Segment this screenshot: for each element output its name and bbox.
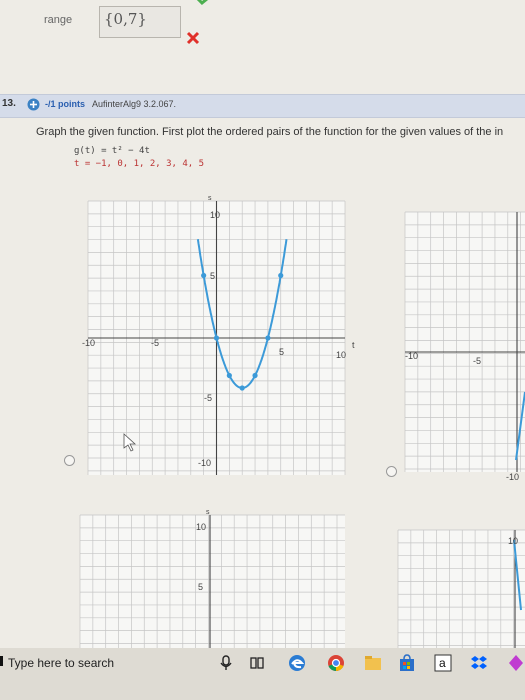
tick-label: -10 — [198, 458, 211, 468]
tick-label: -5 — [151, 338, 159, 348]
data-point — [252, 372, 258, 379]
data-point — [278, 272, 284, 279]
tick-label: 10 — [508, 536, 518, 546]
files-icon[interactable] — [364, 655, 382, 671]
tick-label: 5 — [210, 271, 215, 281]
grid-background — [80, 515, 345, 648]
tick-label: 5 — [279, 347, 284, 357]
task-view-icon[interactable] — [250, 656, 264, 670]
main-x-axis-label: t — [352, 340, 355, 350]
taskbar-search[interactable]: Type here to search — [8, 656, 114, 670]
data-point — [213, 335, 220, 341]
data-point — [239, 385, 245, 391]
bottom-y-axis-label: s — [206, 509, 210, 516]
data-point — [226, 372, 232, 379]
data-point — [265, 335, 271, 341]
second-grid — [404, 211, 525, 472]
microphone-icon[interactable] — [220, 655, 232, 671]
bottom-right-grid — [397, 529, 525, 648]
tick-label: 10 — [210, 210, 220, 220]
windows-icon[interactable] — [0, 656, 3, 666]
svg-text:a: a — [439, 656, 446, 670]
main-y-axis-label: s — [208, 195, 212, 202]
graph-option-radio-2[interactable] — [386, 466, 397, 477]
dropbox-icon[interactable] — [470, 655, 488, 671]
tick-label: 10 — [196, 522, 206, 532]
grid-background — [405, 212, 525, 472]
amazon-icon[interactable]: a — [434, 654, 452, 672]
tick-label: -5 — [473, 356, 481, 366]
tick-label: -10 — [506, 472, 519, 482]
edge-icon[interactable] — [288, 654, 306, 672]
tick-label: -10 — [405, 351, 418, 361]
grid-background — [398, 530, 525, 648]
graph-option-radio-1[interactable] — [64, 455, 75, 466]
store-icon[interactable] — [398, 654, 416, 672]
app-icon[interactable] — [508, 654, 524, 672]
graph-option-main: s t 10 5 -5 -10 -10 -5 5 10 -10 -5 -10 s… — [79, 195, 525, 648]
tick-label: 5 — [198, 582, 203, 592]
data-point — [201, 272, 207, 279]
tick-label: -10 — [82, 338, 95, 348]
chrome-icon[interactable] — [327, 654, 345, 672]
tick-label: 10 — [336, 350, 346, 360]
bottom-grid — [79, 514, 345, 648]
tick-label: -5 — [204, 393, 212, 403]
